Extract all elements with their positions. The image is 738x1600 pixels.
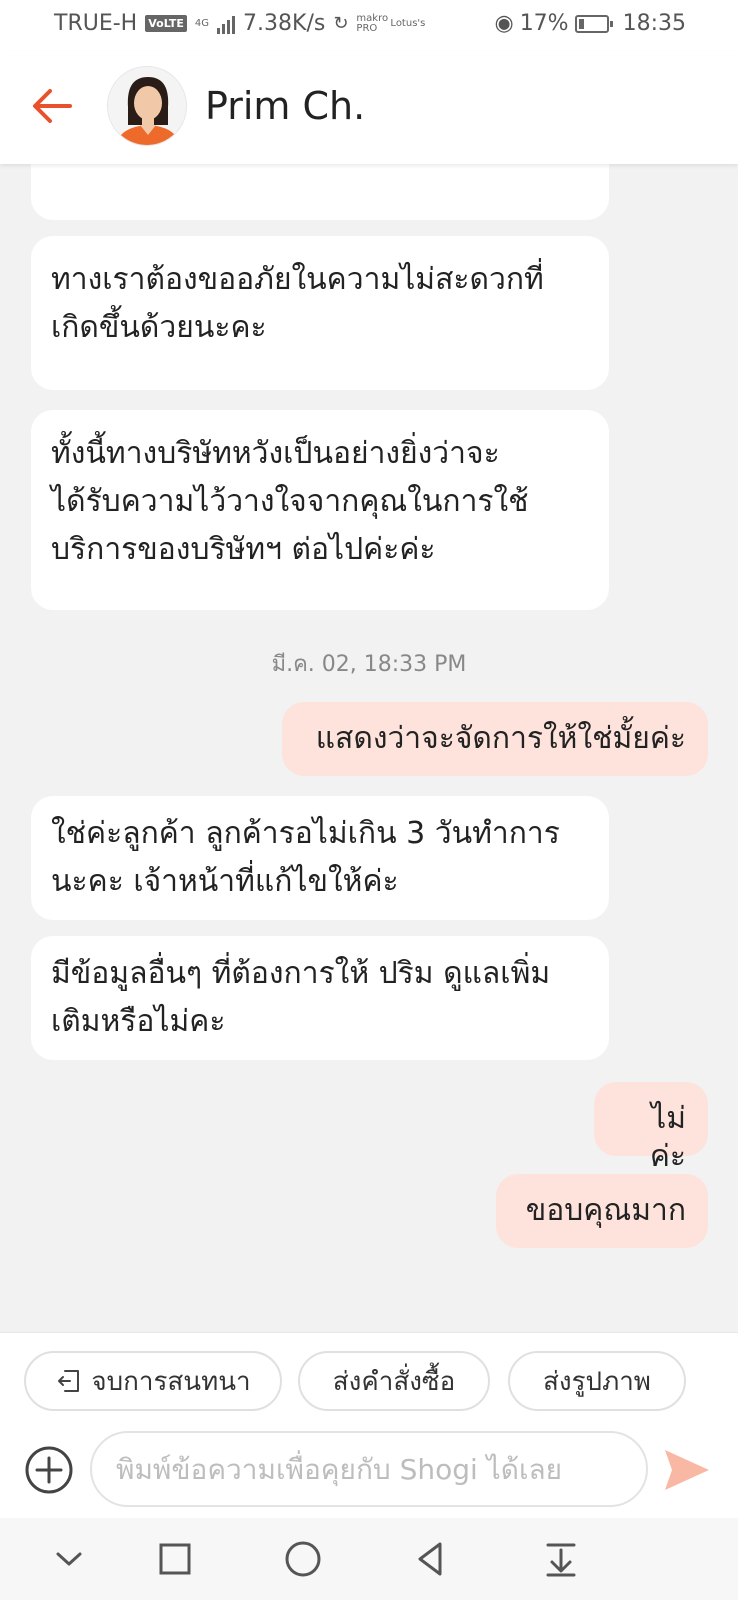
plus-circle-icon[interactable]: [24, 1445, 74, 1495]
clock: 18:35: [622, 11, 686, 36]
send-order-button[interactable]: ส่งคำสั่งซื้อ: [298, 1351, 490, 1411]
send-icon[interactable]: [662, 1447, 712, 1493]
incoming-message: ทั้งนี้ทางบริษัทหวังเป็นอย่างยิ่งว่าจะ ไ…: [31, 410, 609, 610]
home-circle-icon[interactable]: [280, 1536, 326, 1582]
lotus-tag: Lotus's: [390, 17, 426, 29]
status-right: ◉ 17% 18:35: [494, 11, 686, 36]
chat-messages[interactable]: ทางเราต้องขออภัยในความไม่สะดวกที่ เกิดขึ…: [0, 164, 738, 1332]
makro-app-icon: ↻: [333, 13, 349, 34]
end-chat-button[interactable]: จบการสนทนา: [24, 1351, 282, 1411]
volte-badge: VoLTE: [145, 15, 187, 32]
carrier-name: TRUE-H: [54, 11, 138, 36]
eye-icon: ◉: [494, 11, 514, 36]
outgoing-message: ขอบคุณมาก: [496, 1174, 708, 1248]
send-order-label: ส่งคำสั่งซื้อ: [332, 1366, 456, 1397]
send-image-button[interactable]: ส่งรูปภาพ: [508, 1351, 686, 1411]
battery-icon: [574, 14, 613, 33]
message-input[interactable]: [90, 1431, 648, 1507]
avatar[interactable]: [107, 66, 187, 146]
message-bubble-partial: [31, 164, 609, 220]
incoming-message: ทางเราต้องขออภัยในความไม่สะดวกที่ เกิดขึ…: [31, 236, 609, 390]
network-speed: 7.38K/s: [243, 11, 326, 36]
end-chat-label: จบการสนทนา: [91, 1366, 251, 1397]
signal-icon: [217, 14, 236, 34]
battery-percent: 17%: [519, 11, 569, 36]
chat-header: Prim Ch.: [0, 52, 738, 164]
send-image-label: ส่งรูปภาพ: [543, 1366, 651, 1397]
network-type: 4G: [194, 17, 210, 29]
message-timestamp: มี.ค. 02, 18:33 PM: [271, 652, 467, 677]
outgoing-message: แสดงว่าจะจัดการให้ใช่มั้ยค่ะ: [282, 702, 708, 776]
exit-icon: [58, 1370, 80, 1392]
contact-name: Prim Ch.: [205, 84, 366, 128]
composer-panel: จบการสนทนา ส่งคำสั่งซื้อ ส่งรูปภาพ: [0, 1332, 738, 1518]
status-bar: TRUE-H VoLTE 4G 7.38K/s ↻ makro PRO Lotu…: [0, 0, 738, 52]
recents-square-icon[interactable]: [152, 1536, 198, 1582]
back-arrow-icon[interactable]: [28, 82, 76, 130]
back-triangle-icon[interactable]: [408, 1536, 454, 1582]
chevron-down-icon[interactable]: [46, 1536, 92, 1582]
system-nav-bar: [0, 1518, 738, 1600]
outgoing-message: ไม่ค่ะ: [594, 1082, 708, 1174]
notification-pulldown-icon[interactable]: [538, 1536, 584, 1582]
agent-avatar-image: [108, 67, 186, 145]
incoming-message: ใช่ค่ะลูกค้า ลูกค้ารอไม่เกิน 3 วันทำการ …: [31, 796, 609, 920]
makro-tag: makro PRO: [356, 12, 389, 34]
incoming-message: มีข้อมูลอื่นๆ ที่ต้องการให้ ปริม ดูแลเพิ…: [31, 936, 609, 1060]
status-left: TRUE-H VoLTE 4G 7.38K/s ↻ makro PRO Lotu…: [54, 11, 425, 36]
